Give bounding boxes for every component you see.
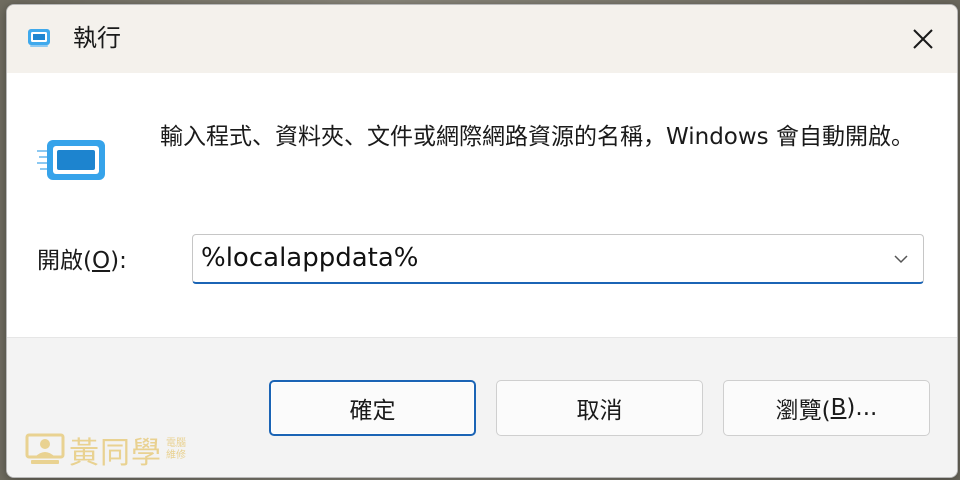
open-label: 開啟(O): [37, 245, 127, 277]
run-dialog: 執行 輸入程式、資料夾、文件或網際網路資源的名稱，Windows 會自動開啟。 … [6, 4, 958, 478]
close-button[interactable] [895, 11, 951, 67]
browse-label-suffix: )... [846, 395, 878, 421]
title-bar[interactable]: 執行 [7, 5, 957, 73]
chevron-down-icon [894, 255, 908, 264]
cancel-button[interactable]: 取消 [496, 380, 703, 436]
ok-button[interactable]: 確定 [269, 380, 476, 436]
cancel-button-label: 取消 [576, 398, 623, 424]
dialog-content: 輸入程式、資料夾、文件或網際網路資源的名稱，Windows 會自動開啟。 開啟(… [7, 73, 957, 337]
watermark-logo: 黃同學 電腦 維修 [25, 430, 186, 471]
open-input[interactable] [201, 239, 861, 277]
watermark-icon [25, 433, 65, 464]
open-label-accelerator: O [91, 248, 111, 274]
open-label-suffix: ): [110, 248, 127, 274]
close-icon [913, 29, 933, 49]
browse-button[interactable]: 瀏覽(B)... [723, 380, 930, 436]
combo-dropdown-button[interactable] [887, 245, 915, 273]
watermark-text: 黃同學 [69, 436, 162, 471]
open-combobox[interactable] [192, 234, 924, 284]
browse-label-accelerator: B [830, 395, 847, 421]
window-title: 執行 [73, 24, 121, 52]
button-bar: 確定 取消 瀏覽(B)... 黃同學 電腦 維修 [7, 337, 957, 477]
watermark-subtext: 電腦 維修 [166, 438, 186, 462]
ok-button-label: 確定 [349, 398, 396, 424]
open-label-prefix: 開啟( [37, 248, 92, 274]
dialog-description: 輸入程式、資料夾、文件或網際網路資源的名稱，Windows 會自動開啟。 [160, 124, 914, 150]
run-large-icon [37, 140, 105, 180]
watermark-subtext-line1: 電腦 [166, 438, 186, 449]
watermark-subtext-line2: 維修 [166, 450, 186, 461]
browse-label-prefix: 瀏覽( [775, 398, 831, 424]
run-app-icon [28, 29, 50, 47]
